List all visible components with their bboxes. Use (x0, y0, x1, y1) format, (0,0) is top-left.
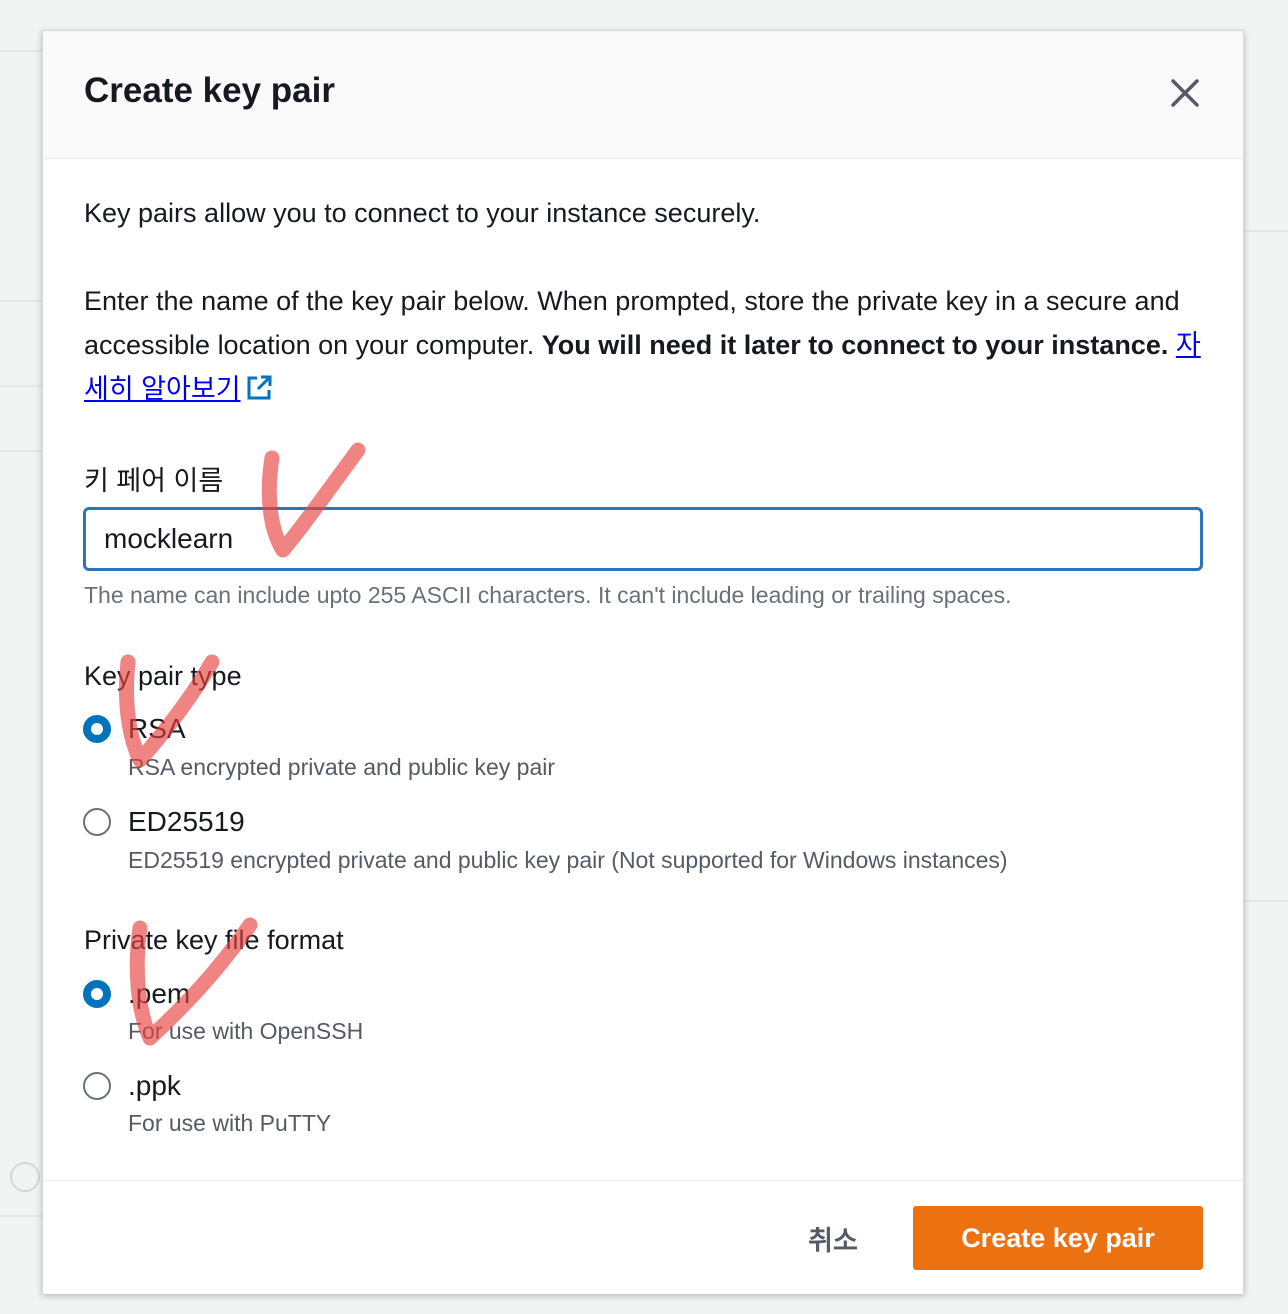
background-divider (1242, 230, 1288, 232)
background-divider (0, 450, 42, 452)
radio-pem[interactable] (83, 980, 111, 1008)
close-button[interactable] (1163, 71, 1207, 115)
description-bold: You will need it later to connect to you… (541, 330, 1169, 360)
create-key-pair-button[interactable]: Create key pair (913, 1206, 1203, 1270)
radio-ppk[interactable] (83, 1072, 111, 1100)
dialog-title: Create key pair (84, 71, 335, 110)
background-divider (1242, 900, 1288, 902)
option-rsa-label[interactable]: RSA (128, 713, 186, 745)
key-pair-name-input[interactable] (83, 507, 1203, 571)
option-ppk-label[interactable]: .ppk (128, 1070, 181, 1102)
close-icon (1171, 79, 1199, 107)
option-ed25519-description: ED25519 encrypted private and public key… (128, 847, 1008, 873)
private-key-format-title: Private key file format (84, 925, 344, 955)
dialog-footer: 취소 Create key pair (43, 1180, 1243, 1294)
description-text: Enter the name of the key pair below. Wh… (84, 279, 1204, 411)
background-divider (0, 300, 42, 302)
background-radio (10, 1162, 40, 1192)
background-divider (0, 385, 42, 387)
intro-text: Key pairs allow you to connect to your i… (84, 198, 761, 228)
option-pem-description: For use with OpenSSH (128, 1018, 364, 1044)
dialog-header: Create key pair (43, 31, 1243, 159)
option-ppk-description: For use with PuTTY (128, 1110, 332, 1136)
background-divider (0, 1215, 42, 1217)
create-key-pair-dialog: Create key pair Key pairs allow you to c… (42, 30, 1244, 1294)
cancel-button[interactable]: 취소 (773, 1207, 893, 1269)
background-divider (0, 50, 42, 52)
key-pair-type-title: Key pair type (84, 661, 242, 691)
option-pem-label[interactable]: .pem (128, 978, 190, 1010)
key-pair-name-hint: The name can include upto 255 ASCII char… (84, 582, 1012, 608)
external-link-icon[interactable] (245, 374, 273, 402)
option-rsa-description: RSA encrypted private and public key pai… (128, 754, 556, 780)
key-pair-name-label: 키 페어 이름 (84, 466, 224, 496)
radio-ed25519[interactable] (83, 808, 111, 836)
option-ed25519-label[interactable]: ED25519 (128, 806, 245, 838)
radio-rsa[interactable] (83, 715, 111, 743)
